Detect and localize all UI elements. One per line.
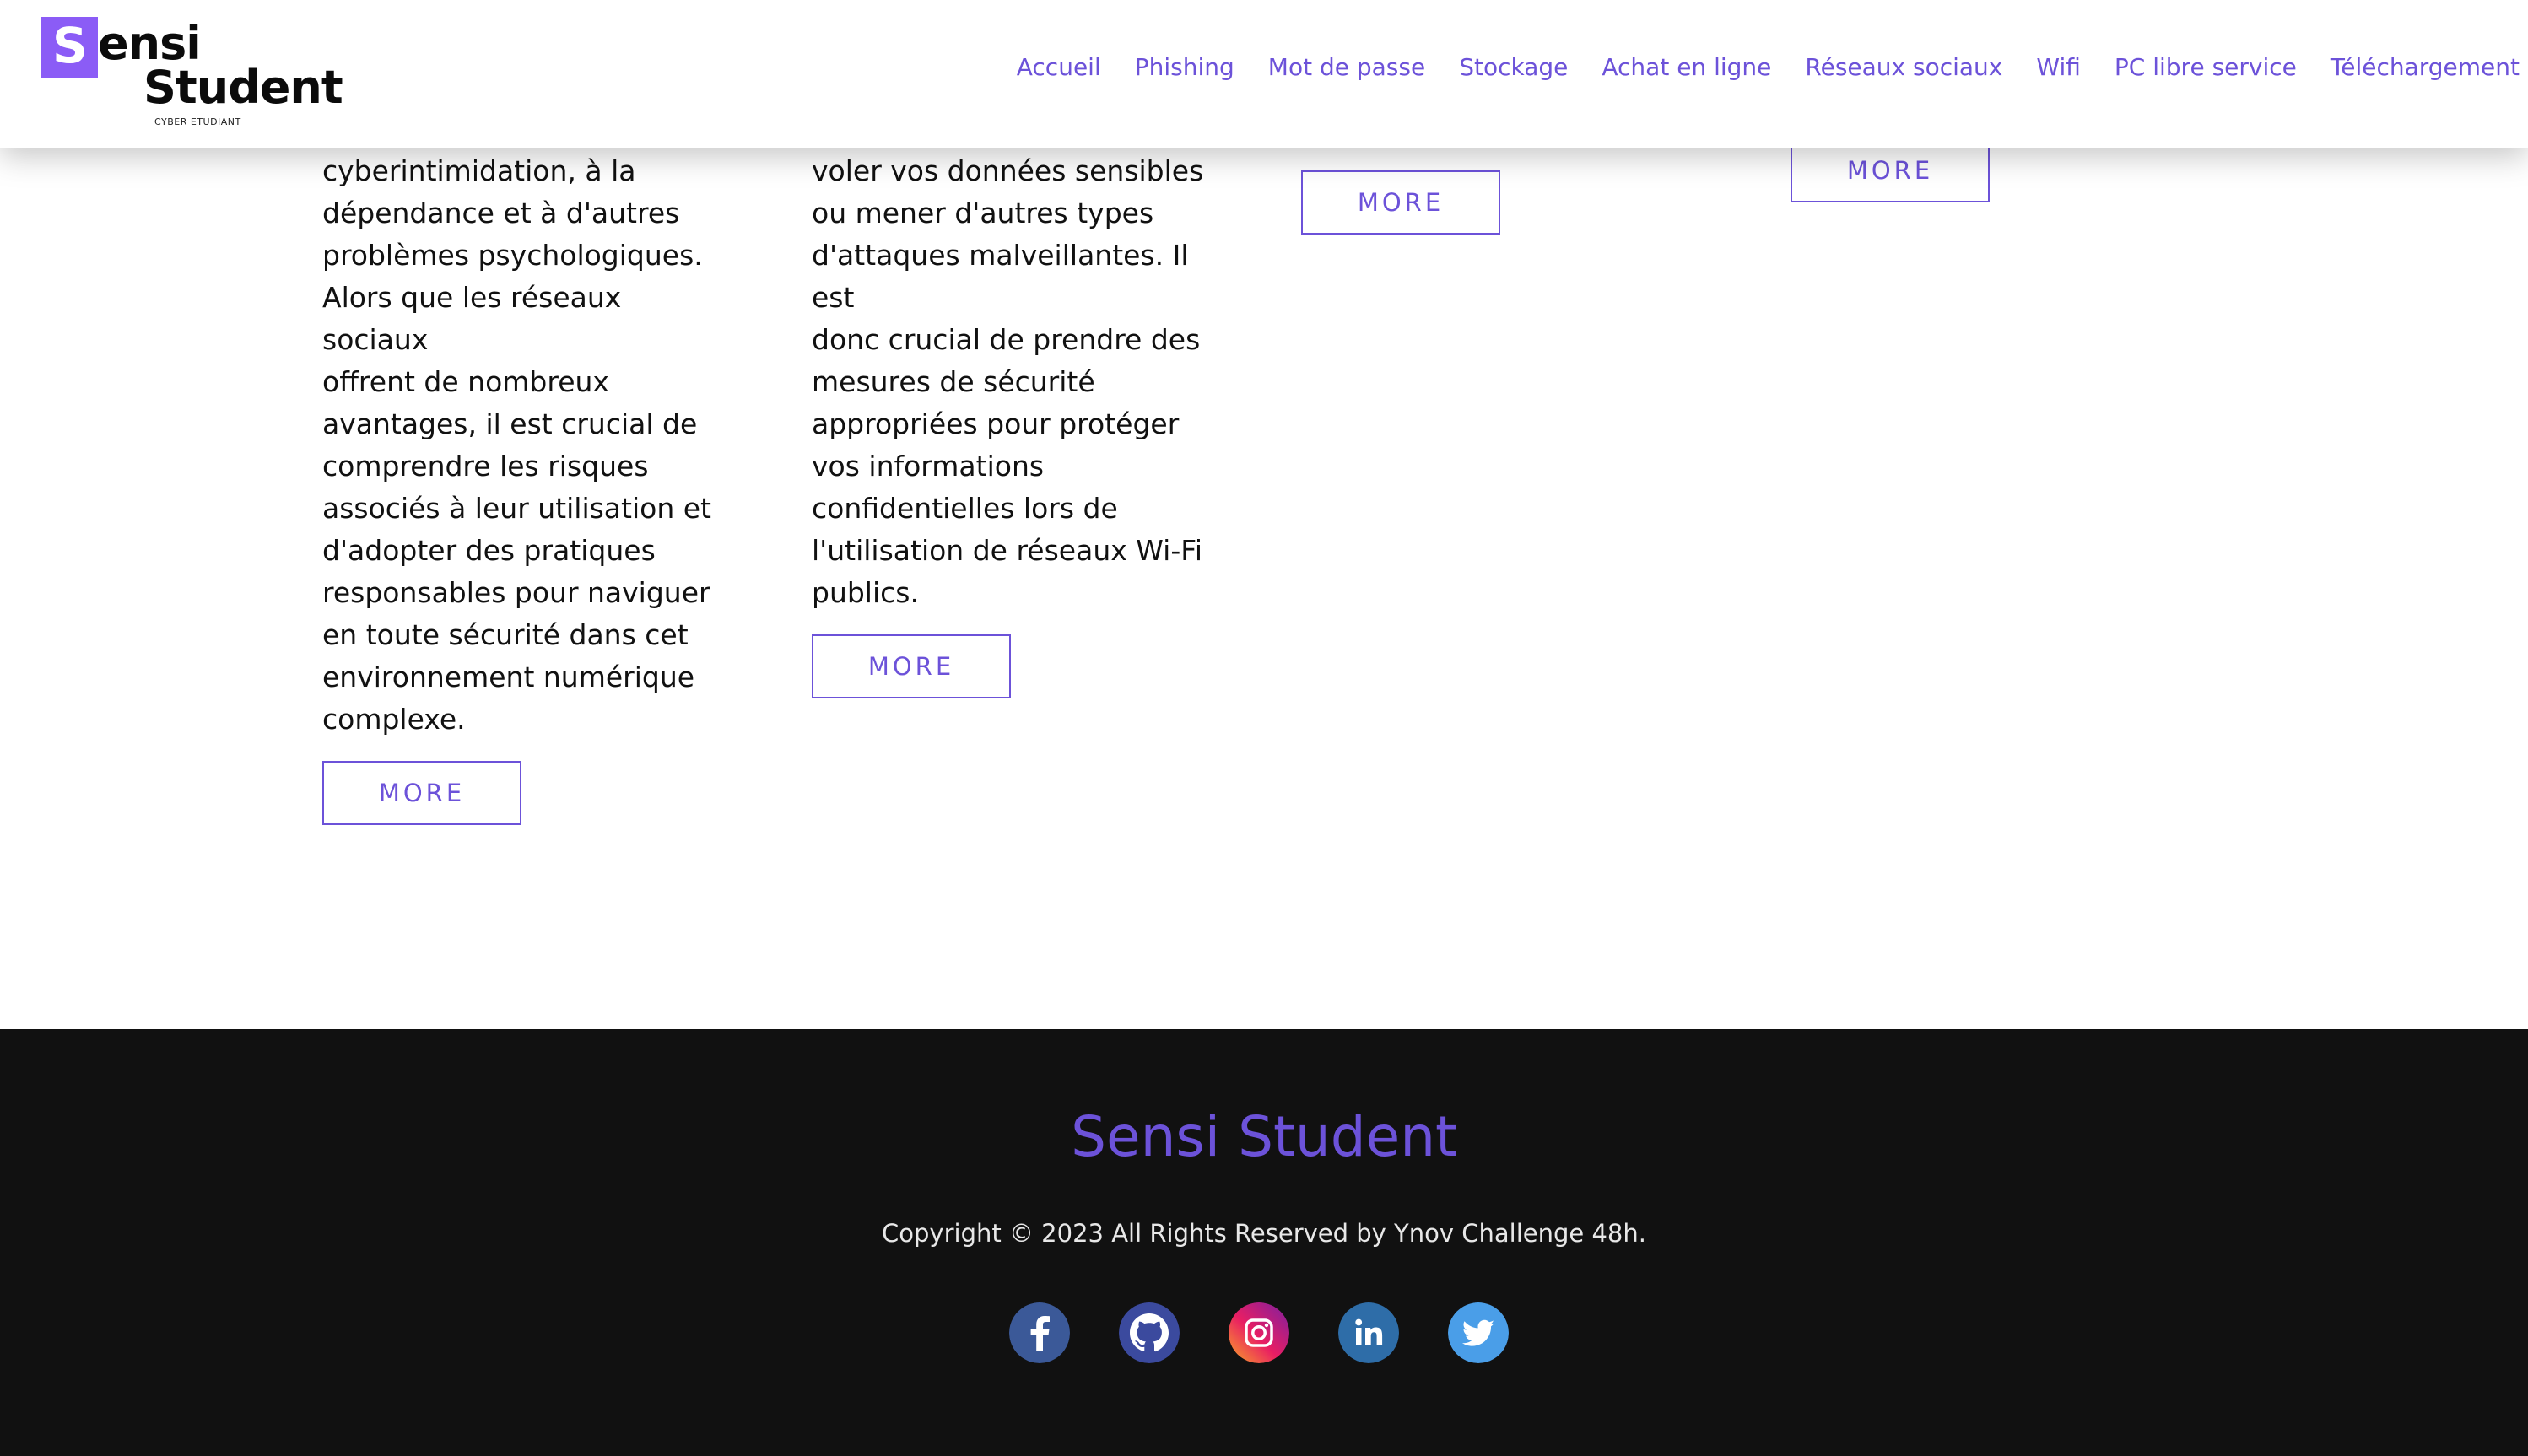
main-nav: Accueil Phishing Mot de passe Stockage A… <box>1017 51 2520 84</box>
nav-item-telechargement[interactable]: Téléchargement <box>2331 51 2520 84</box>
github-icon[interactable] <box>1119 1302 1180 1363</box>
logo-tagline: CYBER ETUDIANT <box>154 116 241 127</box>
logo-line2: Student <box>143 61 343 114</box>
nav-item-achat-en-ligne[interactable]: Achat en ligne <box>1602 51 1771 84</box>
site-footer: Sensi Student Copyright © 2023 All Right… <box>0 1029 2528 1456</box>
nav-item-reseaux-sociaux[interactable]: Réseaux sociaux <box>1805 51 2002 84</box>
nav-item-phishing[interactable]: Phishing <box>1135 51 1234 84</box>
article-text-2: voler vos données sensibles ou mener d'a… <box>812 154 1204 609</box>
site-header: S ensi Student CYBER ETUDIANT Accueil Ph… <box>0 0 2528 148</box>
article-column-1: cyberintimidation, à la dépendance et à … <box>322 150 727 741</box>
article-text-1: cyberintimidation, à la dépendance et à … <box>322 154 711 736</box>
more-button-3[interactable]: MORE <box>1301 170 1500 235</box>
nav-item-wifi[interactable]: Wifi <box>2036 51 2081 84</box>
site-logo[interactable]: S ensi Student CYBER ETUDIANT <box>41 15 343 133</box>
footer-title: Sensi Student <box>1071 1104 1457 1169</box>
linkedin-icon[interactable] <box>1338 1302 1399 1363</box>
logo-letter: S <box>52 17 88 74</box>
more-button-2[interactable]: MORE <box>812 634 1011 698</box>
nav-item-mot-de-passe[interactable]: Mot de passe <box>1268 51 1425 84</box>
instagram-icon[interactable] <box>1229 1302 1289 1363</box>
social-links <box>1009 1302 1509 1363</box>
article-column-2: voler vos données sensibles ou mener d'a… <box>812 150 1217 614</box>
footer-copyright: Copyright © 2023 All Rights Reserved by … <box>882 1219 1646 1248</box>
nav-item-pc-libre-service[interactable]: PC libre service <box>2115 51 2297 84</box>
page: S ensi Student CYBER ETUDIANT Accueil Ph… <box>0 0 2528 1456</box>
more-button-1[interactable]: MORE <box>322 761 521 825</box>
nav-item-accueil[interactable]: Accueil <box>1017 51 1101 84</box>
twitter-icon[interactable] <box>1448 1302 1509 1363</box>
facebook-icon[interactable] <box>1009 1302 1070 1363</box>
nav-item-stockage[interactable]: Stockage <box>1459 51 1568 84</box>
